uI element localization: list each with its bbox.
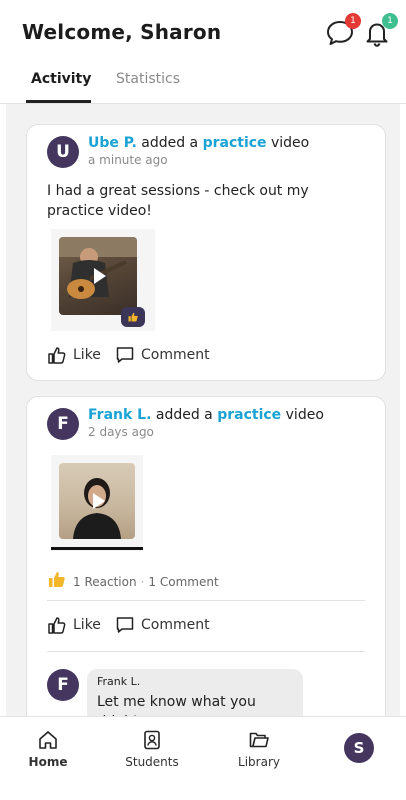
profile-avatar[interactable]: S: [344, 733, 374, 763]
active-tab-indicator: [26, 100, 91, 103]
video-thumbnail[interactable]: [59, 463, 135, 539]
comment-icon: [116, 617, 134, 633]
tab-bar: Activity Statistics: [0, 60, 406, 104]
post-header: Frank L. added a practice video: [88, 407, 324, 423]
video-thumbnail-frame: [51, 455, 143, 551]
post-timestamp: 2 days ago: [88, 425, 154, 439]
comment-icon: [116, 347, 134, 363]
nav-students[interactable]: Students: [120, 729, 184, 769]
page-title: Welcome, Sharon: [22, 20, 222, 44]
post-timestamp: a minute ago: [88, 153, 168, 167]
comment-count: 1 Comment: [148, 574, 219, 589]
nav-library-label: Library: [238, 755, 280, 769]
bottom-nav: Home Students Library S: [0, 716, 406, 800]
reaction-summary[interactable]: 1 Reaction · 1 Comment: [47, 569, 219, 594]
like-button[interactable]: Like: [47, 615, 101, 635]
nav-home[interactable]: Home: [28, 729, 68, 769]
post-header: Ube P. added a practice video: [88, 135, 309, 151]
divider: [47, 600, 365, 601]
folder-icon: [249, 732, 269, 748]
thumbs-up-outline-icon: [48, 347, 66, 364]
play-icon: [94, 268, 106, 284]
activity-feed[interactable]: U Ube P. added a practice video a minute…: [6, 104, 400, 716]
tab-statistics[interactable]: Statistics: [116, 71, 180, 87]
comment-author[interactable]: Frank L.: [97, 675, 293, 688]
messages-badge: 1: [345, 13, 361, 29]
post-card: U Ube P. added a practice video a minute…: [26, 124, 386, 381]
messages-button[interactable]: 1: [325, 13, 361, 48]
like-label: Like: [73, 347, 101, 363]
tab-activity[interactable]: Activity: [31, 71, 91, 87]
video-thumbnail-frame: [51, 229, 155, 331]
students-icon: [144, 730, 160, 750]
post-author-link[interactable]: Ube P.: [88, 135, 137, 151]
like-button[interactable]: Like: [47, 345, 101, 365]
nav-library[interactable]: Library: [234, 729, 284, 769]
like-label: Like: [73, 617, 101, 633]
post-card: F Frank L. added a practice video 2 days…: [26, 396, 386, 716]
comment-label: Comment: [141, 617, 210, 633]
comment-text: Let me know what you think!: [97, 694, 256, 716]
comment-bubble: Frank L. Let me know what you think!: [87, 669, 303, 716]
thumbs-up-emoji-icon: [47, 569, 67, 594]
comment-button[interactable]: Comment: [115, 345, 210, 365]
play-icon: [93, 493, 105, 509]
comment-button[interactable]: Comment: [115, 615, 210, 635]
thumbs-up-icon: [121, 307, 145, 327]
nav-students-label: Students: [125, 755, 179, 769]
reaction-count: 1 Reaction: [73, 574, 137, 589]
video-progress-bar: [51, 547, 143, 550]
post-object: video: [285, 407, 324, 423]
post-verb: added a: [155, 407, 213, 423]
comment-label: Comment: [141, 347, 210, 363]
post-verb: added a: [141, 135, 199, 151]
avatar[interactable]: U: [47, 136, 79, 168]
nav-home-label: Home: [28, 755, 68, 769]
separator-dot: ·: [140, 574, 145, 589]
divider: [47, 651, 365, 652]
post-text: I had a great sessions - check out my pr…: [47, 183, 309, 219]
app-header: Welcome, Sharon 1 1 Activity Statistics: [0, 0, 406, 104]
notifications-button[interactable]: 1: [362, 13, 398, 48]
comment-avatar[interactable]: F: [47, 669, 79, 701]
post-kind-link[interactable]: practice: [217, 407, 281, 423]
thumbs-up-outline-icon: [48, 617, 66, 634]
post-author-link[interactable]: Frank L.: [88, 407, 151, 423]
post-object: video: [271, 135, 310, 151]
notifications-badge: 1: [382, 13, 398, 29]
avatar[interactable]: F: [47, 408, 79, 440]
post-kind-link[interactable]: practice: [203, 135, 267, 151]
video-thumbnail[interactable]: [59, 237, 137, 315]
home-icon: [39, 731, 57, 749]
